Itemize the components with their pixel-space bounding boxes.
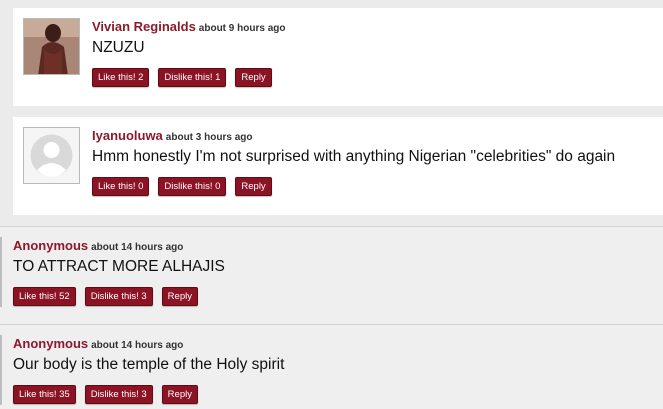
user-avatar[interactable] <box>23 18 80 75</box>
timestamp: about 3 hours ago <box>165 132 253 143</box>
dislike-button[interactable]: Dislike this! 1 <box>158 68 227 87</box>
user-photo-icon <box>24 19 79 74</box>
reply-button[interactable]: Reply <box>161 385 198 404</box>
comment-actions: Like this! 0 Dislike this! 0 Reply <box>92 177 281 196</box>
author-name: Anonymous <box>13 336 89 351</box>
reply-button[interactable]: Reply <box>235 177 272 196</box>
author-name[interactable]: Iyanuoluwa <box>92 128 163 143</box>
comment-meta: Anonymous about 14 hours ago <box>13 237 183 255</box>
comment-card: Iyanuoluwa about 3 hours ago Hmm honestly… <box>13 117 663 215</box>
reply-button[interactable]: Reply <box>161 287 198 306</box>
comment-meta: Anonymous about 14 hours ago <box>13 335 183 353</box>
comment-card: Vivian Reginalds about 9 hours ago NZUZU … <box>13 8 663 106</box>
comment-text: Hmm honestly I'm not surprised with anyt… <box>92 148 616 165</box>
thread-edge <box>0 335 2 405</box>
author-name[interactable]: Vivian Reginalds <box>92 19 196 34</box>
comment-text: TO ATTRACT MORE ALHAJIS <box>13 258 225 275</box>
comment-actions: Like this! 2 Dislike this! 1 Reply <box>92 68 281 87</box>
comment-text: NZUZU <box>92 39 145 56</box>
user-avatar[interactable] <box>23 127 80 184</box>
thread-edge <box>0 237 2 307</box>
comment-meta: Iyanuoluwa about 3 hours ago <box>92 127 252 145</box>
comment-actions: Like this! 52 Dislike this! 3 Reply <box>13 287 207 306</box>
comment-actions: Like this! 35 Dislike this! 3 Reply <box>13 385 207 404</box>
comment-text: Our body is the temple of the Holy spiri… <box>13 356 285 373</box>
like-button[interactable]: Like this! 2 <box>92 68 150 87</box>
timestamp: about 14 hours ago <box>91 340 184 351</box>
like-button[interactable]: Like this! 35 <box>13 385 76 404</box>
like-button[interactable]: Like this! 0 <box>92 177 150 196</box>
timestamp: about 9 hours ago <box>198 23 286 34</box>
dislike-button[interactable]: Dislike this! 0 <box>158 177 227 196</box>
reply-button[interactable]: Reply <box>235 68 272 87</box>
like-button[interactable]: Like this! 52 <box>13 287 76 306</box>
comment-card: Anonymous about 14 hours ago TO ATTRACT M… <box>0 226 663 324</box>
comment-meta: Vivian Reginalds about 9 hours ago <box>92 18 285 36</box>
comment-card: Anonymous about 14 hours ago Our body is … <box>0 324 663 409</box>
dislike-button[interactable]: Dislike this! 3 <box>84 385 153 404</box>
dislike-button[interactable]: Dislike this! 3 <box>84 287 153 306</box>
author-name: Anonymous <box>13 238 89 253</box>
timestamp: about 14 hours ago <box>91 242 184 253</box>
default-avatar-icon <box>24 128 79 183</box>
